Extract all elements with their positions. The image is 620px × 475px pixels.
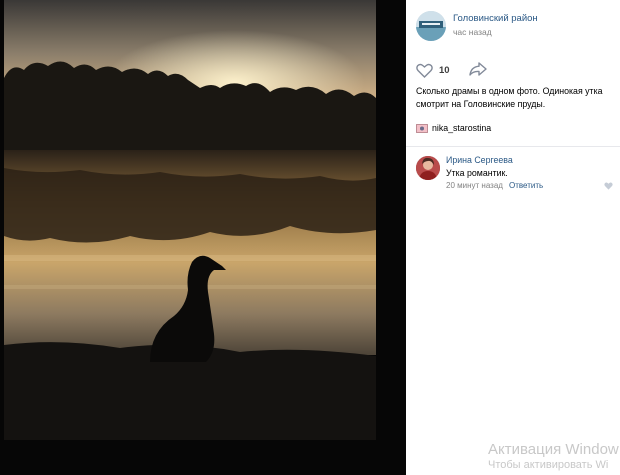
- photo-author-name[interactable]: nika_starostina: [432, 123, 491, 133]
- share-arrow-icon: [469, 62, 487, 76]
- group-name-link[interactable]: Головинский район: [453, 13, 538, 24]
- post-text-line: смотрит на Головинские пруды.: [416, 98, 546, 109]
- comment-meta: 20 минут назад Ответить: [446, 181, 543, 190]
- comment-heart-icon[interactable]: [604, 182, 613, 190]
- post-header: Головинский район час назад: [416, 11, 620, 43]
- divider: [406, 146, 620, 147]
- comment-item: Ирина Сергеева Утка романтик. 20 минут н…: [416, 155, 620, 195]
- photo-author[interactable]: nika_starostina: [416, 123, 491, 133]
- post-text: Сколько драмы в одном фото. Одинокая утк…: [416, 85, 620, 110]
- reply-button[interactable]: Ответить: [509, 181, 543, 190]
- commenter-name[interactable]: Ирина Сергеева: [446, 155, 513, 165]
- post-sidebar: Головинский район час назад 10 Сколько д…: [406, 0, 620, 475]
- heart-icon: [416, 63, 433, 78]
- user-photo-icon: [416, 156, 440, 180]
- group-avatar[interactable]: [416, 11, 446, 41]
- post-time[interactable]: час назад: [453, 27, 492, 37]
- like-button[interactable]: 10: [416, 61, 450, 79]
- duck-sunset-image: [0, 0, 406, 475]
- post-text-line: Сколько драмы в одном фото. Одинокая утк…: [416, 86, 603, 96]
- post-photo[interactable]: [0, 0, 406, 475]
- like-count: 10: [439, 64, 450, 76]
- commenter-avatar[interactable]: [416, 156, 440, 180]
- comment-time[interactable]: 20 минут назад: [446, 181, 503, 190]
- comment-text: Утка романтик.: [446, 168, 508, 178]
- post-actions: 10: [416, 61, 616, 79]
- group-logo-icon: [416, 11, 446, 41]
- share-button[interactable]: [468, 61, 490, 79]
- camera-icon: [416, 123, 428, 133]
